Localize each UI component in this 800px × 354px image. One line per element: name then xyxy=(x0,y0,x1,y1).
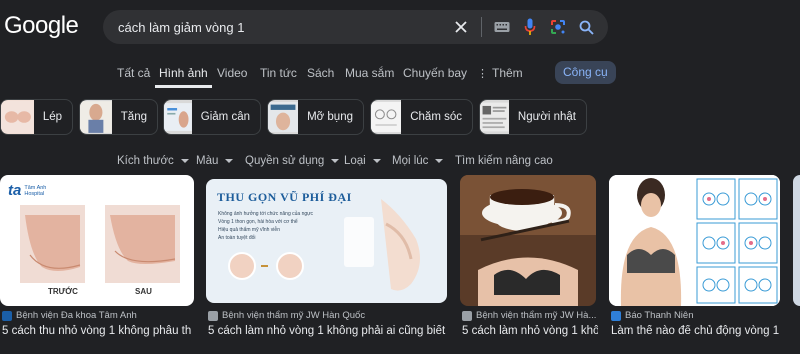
image-result[interactable]: Báo Thanh Niên Làm thế nào để chủ động v… xyxy=(609,175,782,337)
tab-video[interactable]: Video xyxy=(217,60,247,88)
search-query[interactable]: cách làm giảm vòng 1 xyxy=(118,20,447,35)
tab-all[interactable]: Tất cả xyxy=(117,60,150,88)
chip-label: Chăm sóc xyxy=(410,111,462,123)
lens-icon[interactable] xyxy=(544,13,572,41)
chip-label: Mỡ bụng xyxy=(307,111,353,123)
filter-usage-rights[interactable]: Quyền sử dụng xyxy=(245,155,340,167)
filter-label: Loại xyxy=(344,155,366,167)
banner-illustration xyxy=(228,199,420,291)
before-label: TRƯỚC xyxy=(48,287,78,296)
result-title[interactable]: 5 cách thu nhỏ vòng 1 không phẫu th... xyxy=(2,325,192,337)
result-title[interactable]: 5 cách làm nhỏ vòng 1 không phải ai cũng… xyxy=(208,325,448,337)
chip-label: Giảm cân xyxy=(200,111,250,123)
tools-button[interactable]: Công cụ xyxy=(555,61,616,84)
chip-thumbnail xyxy=(371,100,402,134)
filter-time[interactable]: Mọi lúc xyxy=(392,155,444,167)
result-thumbnail[interactable]: ta Tâm Anh Hospital TRƯỚC SAU xyxy=(0,175,194,306)
chip-tang[interactable]: Tăng xyxy=(79,99,158,135)
more-vert-icon: ⋮ xyxy=(477,68,488,80)
microphone-icon[interactable] xyxy=(516,13,544,41)
caret-down-icon xyxy=(180,159,189,163)
chip-label: Lép xyxy=(42,111,62,123)
caret-down-icon xyxy=(331,159,340,163)
result-source[interactable]: Bệnh viện thẩm mỹ JW Hà... xyxy=(462,310,596,321)
filter-type[interactable]: Loại xyxy=(344,155,381,167)
source-name: Bệnh viện Đa khoa Tâm Anh xyxy=(16,310,137,321)
caret-down-icon xyxy=(435,159,444,163)
image-result[interactable]: Bệnh viện thẩm mỹ JW Hà... 5 cách làm nh… xyxy=(460,175,598,337)
filter-label: Mọi lúc xyxy=(392,155,429,167)
chip-giam-can[interactable]: Giảm cân xyxy=(163,99,261,135)
chip-thumbnail xyxy=(164,100,192,134)
chip-mo-bung[interactable]: Mỡ bụng xyxy=(267,99,364,135)
chip-nguoi-nhat[interactable]: Người nhật xyxy=(479,99,587,135)
tab-books[interactable]: Sách xyxy=(307,60,334,88)
chip-thumbnail xyxy=(480,100,509,134)
favicon xyxy=(2,310,12,321)
tab-flights[interactable]: Chuyến bay xyxy=(403,60,467,88)
result-source[interactable]: Báo Thanh Niên xyxy=(611,310,694,321)
search-tabs: Tất cả Hình ảnh Video Tin tức Sách Mua s… xyxy=(0,60,800,88)
result-source[interactable]: Bệnh viện Đa khoa Tâm Anh xyxy=(2,310,137,321)
tab-more-label: Thêm xyxy=(492,66,523,80)
result-thumbnail[interactable] xyxy=(609,175,780,306)
filter-label: Màu xyxy=(196,155,219,167)
tab-images[interactable]: Hình ảnh xyxy=(155,60,212,88)
source-name: Bệnh viện thẩm mỹ JW Hà... xyxy=(476,310,597,321)
filter-label: Tìm kiếm nâng cao xyxy=(455,155,553,167)
chip-lep[interactable]: Lép xyxy=(0,99,73,135)
search-box[interactable]: cách làm giảm vòng 1 xyxy=(103,10,608,44)
chip-label: Tăng xyxy=(120,111,147,123)
keyboard-icon[interactable] xyxy=(488,13,516,41)
clear-icon[interactable] xyxy=(447,13,475,41)
source-name: Bệnh viện thẩm mỹ JW Hàn Quốc xyxy=(222,310,366,321)
chip-cham-soc[interactable]: Chăm sóc xyxy=(370,99,473,135)
source-name: Báo Thanh Niên xyxy=(625,310,694,321)
exercise-illustration xyxy=(609,175,780,306)
chip-thumbnail xyxy=(1,100,34,134)
image-result-partial[interactable] xyxy=(793,175,800,306)
filter-label: Quyền sử dụng xyxy=(245,155,325,167)
filter-advanced-search[interactable]: Tìm kiếm nâng cao xyxy=(455,155,553,167)
result-source[interactable]: Bệnh viện thẩm mỹ JW Hàn Quốc xyxy=(208,310,365,321)
search-icon[interactable] xyxy=(572,13,600,41)
coffee-photo xyxy=(460,175,596,306)
google-logo[interactable]: Google xyxy=(4,12,79,40)
favicon xyxy=(611,310,621,321)
chip-thumbnail xyxy=(268,100,299,134)
result-thumbnail[interactable] xyxy=(793,175,800,306)
image-result[interactable]: ta Tâm Anh Hospital TRƯỚC SAU Bệnh viện … xyxy=(0,175,195,337)
chip-thumbnail xyxy=(80,100,112,134)
after-label: SAU xyxy=(135,287,152,296)
filter-color[interactable]: Màu xyxy=(196,155,234,167)
result-title[interactable]: Làm thế nào để chủ động vòng 1 ... xyxy=(611,325,782,337)
filter-label: Kích thước xyxy=(117,155,174,167)
before-after-illustration xyxy=(20,205,180,283)
image-result[interactable]: THU GỌN VŨ PHÍ ĐẠI Không ảnh hưởng tới c… xyxy=(206,175,448,337)
result-thumbnail[interactable]: THU GỌN VŨ PHÍ ĐẠI Không ảnh hưởng tới c… xyxy=(206,179,447,303)
favicon xyxy=(208,310,218,321)
result-thumbnail[interactable] xyxy=(460,175,596,306)
tab-news[interactable]: Tin tức xyxy=(260,60,297,88)
chip-label: Người nhật xyxy=(517,111,576,123)
result-title[interactable]: 5 cách làm nhỏ vòng 1 không... xyxy=(462,325,598,337)
tab-shopping[interactable]: Mua sắm xyxy=(345,60,394,88)
caret-down-icon xyxy=(225,159,234,163)
caret-down-icon xyxy=(372,159,381,163)
divider xyxy=(481,17,482,37)
favicon xyxy=(462,310,472,321)
tab-more[interactable]: ⋮ Thêm xyxy=(477,60,523,88)
filter-size[interactable]: Kích thước xyxy=(117,155,189,167)
